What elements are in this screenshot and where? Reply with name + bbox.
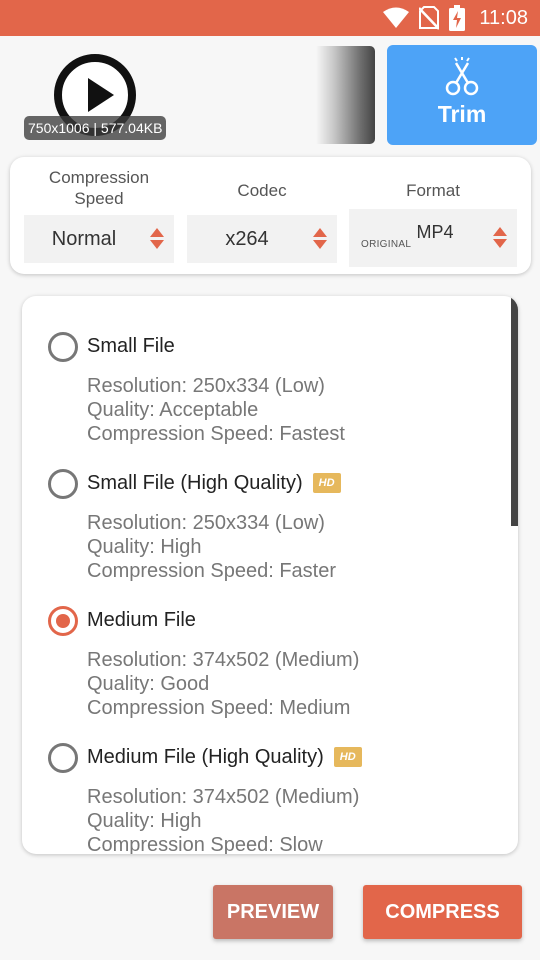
video-preview-strip	[316, 46, 375, 144]
option-title: Small File (High Quality) HD	[87, 472, 341, 495]
radio-button-selected[interactable]	[48, 606, 78, 636]
radio-button[interactable]	[48, 469, 78, 499]
status-time: 11:08	[479, 6, 528, 29]
option-quality: Quality: High	[87, 536, 202, 558]
option-title-text: Small File (High Quality)	[87, 472, 303, 494]
no-sim-icon	[419, 6, 440, 30]
option-medium-file-hq[interactable]: Medium File (High Quality) HD Resolution:…	[22, 723, 502, 854]
option-speed: Compression Speed: Fastest	[87, 423, 345, 445]
option-resolution: Resolution: 250x334 (Low)	[87, 512, 325, 534]
option-small-file-hq[interactable]: Small File (High Quality) HD Resolution: …	[22, 449, 502, 582]
option-resolution: Resolution: 374x502 (Medium)	[87, 649, 360, 671]
option-speed: Compression Speed: Medium	[87, 697, 351, 719]
hd-badge-icon: HD	[312, 473, 341, 493]
format-header: Format	[406, 181, 460, 200]
sort-arrows-icon	[150, 228, 164, 250]
option-small-file[interactable]: Small File Resolution: 250x334 (Low) Qua…	[22, 312, 502, 445]
wifi-icon	[383, 7, 410, 28]
codec-header: Codec	[237, 181, 287, 200]
scissors-icon	[445, 57, 479, 96]
option-quality: Quality: High	[87, 810, 202, 832]
option-resolution: Resolution: 250x334 (Low)	[87, 375, 325, 397]
radio-button[interactable]	[48, 332, 78, 362]
compression-speed-value: Normal	[51, 228, 117, 250]
status-icons: 11:08	[383, 0, 528, 36]
option-medium-file[interactable]: Medium File Resolution: 374x502 (Medium)…	[22, 586, 502, 719]
compression-speed-header: Compression Speed	[48, 168, 150, 208]
option-quality: Quality: Acceptable	[87, 399, 259, 421]
codec-value: x264	[225, 228, 269, 250]
compress-button[interactable]: COMPRESS	[363, 885, 522, 939]
option-title: Small File	[87, 335, 175, 357]
option-speed: Compression Speed: Slow	[87, 834, 323, 854]
option-title: Medium File	[87, 609, 196, 631]
sort-arrows-icon	[493, 227, 507, 249]
compression-speed-select[interactable]: Normal	[24, 215, 174, 263]
preview-button[interactable]: PREVIEW	[213, 885, 333, 939]
hd-badge-icon: HD	[333, 747, 362, 767]
settings-card: Compression Speed Normal Codec x264 Form…	[10, 157, 531, 274]
codec-select[interactable]: x264	[187, 215, 337, 263]
option-resolution: Resolution: 374x502 (Medium)	[87, 786, 360, 808]
option-title-text: Medium File (High Quality)	[87, 746, 324, 768]
option-quality: Quality: Good	[87, 673, 210, 695]
compression-options-list[interactable]: Small File Resolution: 250x334 (Low) Qua…	[22, 296, 518, 854]
format-select[interactable]: ORIGINAL MP4	[349, 209, 517, 267]
sort-arrows-icon	[313, 228, 327, 250]
status-bar: 11:08	[0, 0, 540, 36]
trim-button[interactable]: Trim	[387, 45, 537, 145]
scrollbar[interactable]	[511, 296, 518, 526]
option-speed: Compression Speed: Faster	[87, 560, 337, 582]
format-value: MP4	[416, 222, 454, 242]
video-info-label: 750x1006 | 577.04KB	[24, 116, 167, 140]
option-title: Medium File (High Quality) HD	[87, 746, 362, 769]
radio-button[interactable]	[48, 743, 78, 773]
battery-charging-icon	[449, 5, 466, 31]
video-thumbnail[interactable]: 750x1006 | 577.04KB	[20, 48, 170, 144]
trim-label: Trim	[437, 101, 487, 127]
original-tag: ORIGINAL	[361, 239, 412, 250]
